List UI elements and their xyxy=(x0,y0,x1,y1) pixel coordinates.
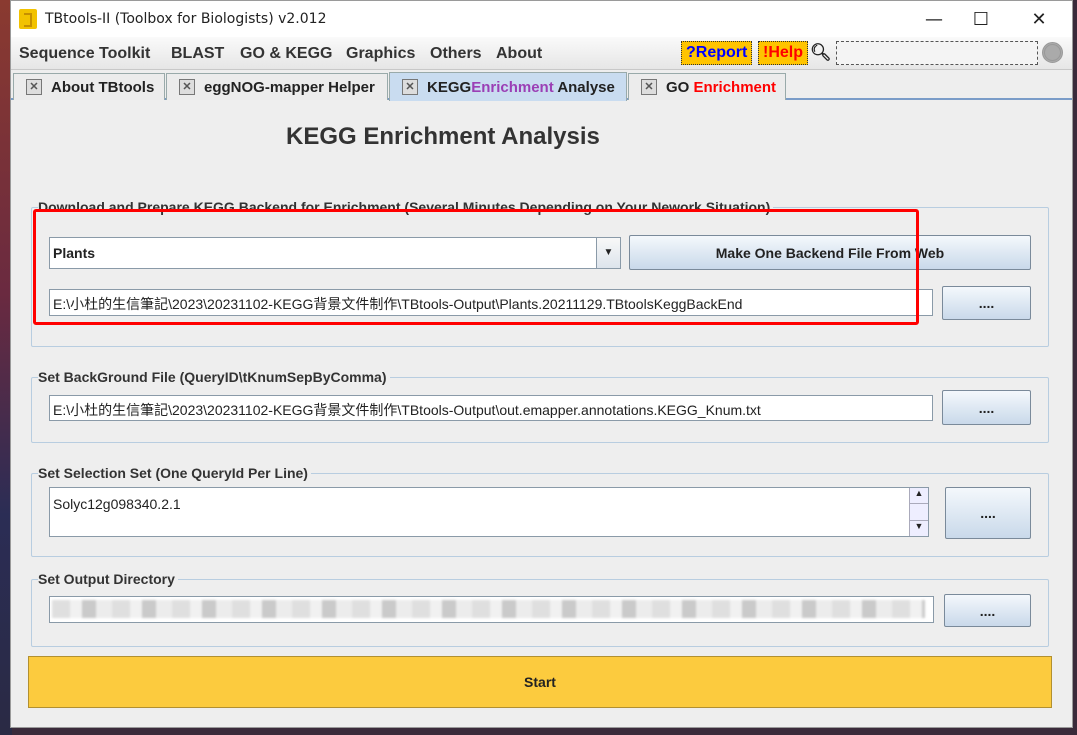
close-button[interactable]: ✕ xyxy=(1016,1,1062,37)
menu-about[interactable]: About xyxy=(496,45,542,63)
menu-go-kegg[interactable]: GO & KEGG xyxy=(240,45,332,63)
selection-browse-button[interactable]: .... xyxy=(945,487,1031,539)
scroll-down-icon[interactable]: ▼ xyxy=(910,520,928,536)
report-button[interactable]: ?Report xyxy=(681,41,753,65)
tab-eggnog-mapper-helper[interactable]: ✕ eggNOG-mapper Helper xyxy=(166,73,388,100)
tab-kegg-enrichment[interactable]: ✕ KEGG Enrichment Analyse xyxy=(389,72,627,101)
maximize-button[interactable]: ☐ xyxy=(958,1,1004,37)
search-icon[interactable]: 🔍︎ xyxy=(810,43,832,63)
menu-others[interactable]: Others xyxy=(430,45,482,63)
close-tab-icon[interactable]: ✕ xyxy=(26,79,42,95)
tab-label: eggNOG-mapper Helper xyxy=(204,78,375,96)
selection-group-label: Set Selection Set (One QueryId Per Line) xyxy=(38,465,311,481)
backend-browse-button[interactable]: .... xyxy=(942,286,1031,320)
title-bar: TBtools-II (Toolbox for Biologists) v2.0… xyxy=(11,1,1072,37)
menu-sequence-toolkit[interactable]: Sequence Toolkit xyxy=(19,45,150,63)
tab-go-enrichment[interactable]: ✕ GO Enrichment xyxy=(628,73,786,100)
minimize-button[interactable]: — xyxy=(911,1,957,37)
tab-bar: ✕ About TBtools ✕ eggNOG-mapper Helper ✕ KE… xyxy=(11,71,1072,101)
menu-graphics[interactable]: Graphics xyxy=(346,45,415,63)
close-tab-icon[interactable]: ✕ xyxy=(179,79,195,95)
output-browse-button[interactable]: .... xyxy=(944,594,1031,627)
close-tab-icon[interactable]: ✕ xyxy=(402,79,418,95)
menu-bar: Sequence Toolkit BLAST GO & KEGG Graphic… xyxy=(11,37,1072,70)
tab-label-highlight: Enrichment xyxy=(693,78,777,96)
output-path-field[interactable] xyxy=(49,596,934,623)
tab-about-tbtools[interactable]: ✕ About TBtools xyxy=(13,73,165,100)
output-group-label: Set Output Directory xyxy=(38,571,178,587)
background-browse-button[interactable]: .... xyxy=(942,390,1031,425)
window-title: TBtools-II (Toolbox for Biologists) v2.0… xyxy=(45,11,327,27)
tbtools-logo-icon xyxy=(19,9,37,29)
tab-label: About TBtools xyxy=(51,78,155,96)
tab-label-highlight: Enrichment xyxy=(471,78,554,96)
selection-textarea[interactable]: Solyc12g098340.2.1 ▲ ▼ xyxy=(49,487,929,537)
scrollbar[interactable]: ▲ ▼ xyxy=(909,488,928,536)
start-button[interactable]: Start xyxy=(28,656,1052,708)
status-indicator-icon xyxy=(1042,42,1063,63)
scroll-up-icon[interactable]: ▲ xyxy=(910,488,928,504)
search-input[interactable] xyxy=(836,41,1038,65)
background-group-label: Set BackGround File (QueryID\tKnumSepByC… xyxy=(38,369,390,385)
help-button[interactable]: !Help xyxy=(758,41,808,65)
redacted-path xyxy=(52,600,925,618)
page-title: KEGG Enrichment Analysis xyxy=(286,123,600,150)
tab-label: GO xyxy=(666,78,694,96)
selection-value: Solyc12g098340.2.1 xyxy=(53,496,181,512)
menu-blast[interactable]: BLAST xyxy=(171,45,224,63)
background-path-field[interactable]: E:\小杜的生信筆記\2023\20231102-KEGG背景文件制作\TBto… xyxy=(49,395,933,421)
tab-label: Analyse xyxy=(553,78,615,96)
highlight-annotation-box xyxy=(33,209,919,325)
app-window: TBtools-II (Toolbox for Biologists) v2.0… xyxy=(10,0,1073,728)
close-tab-icon[interactable]: ✕ xyxy=(641,79,657,95)
tab-label: KEGG xyxy=(427,78,472,96)
